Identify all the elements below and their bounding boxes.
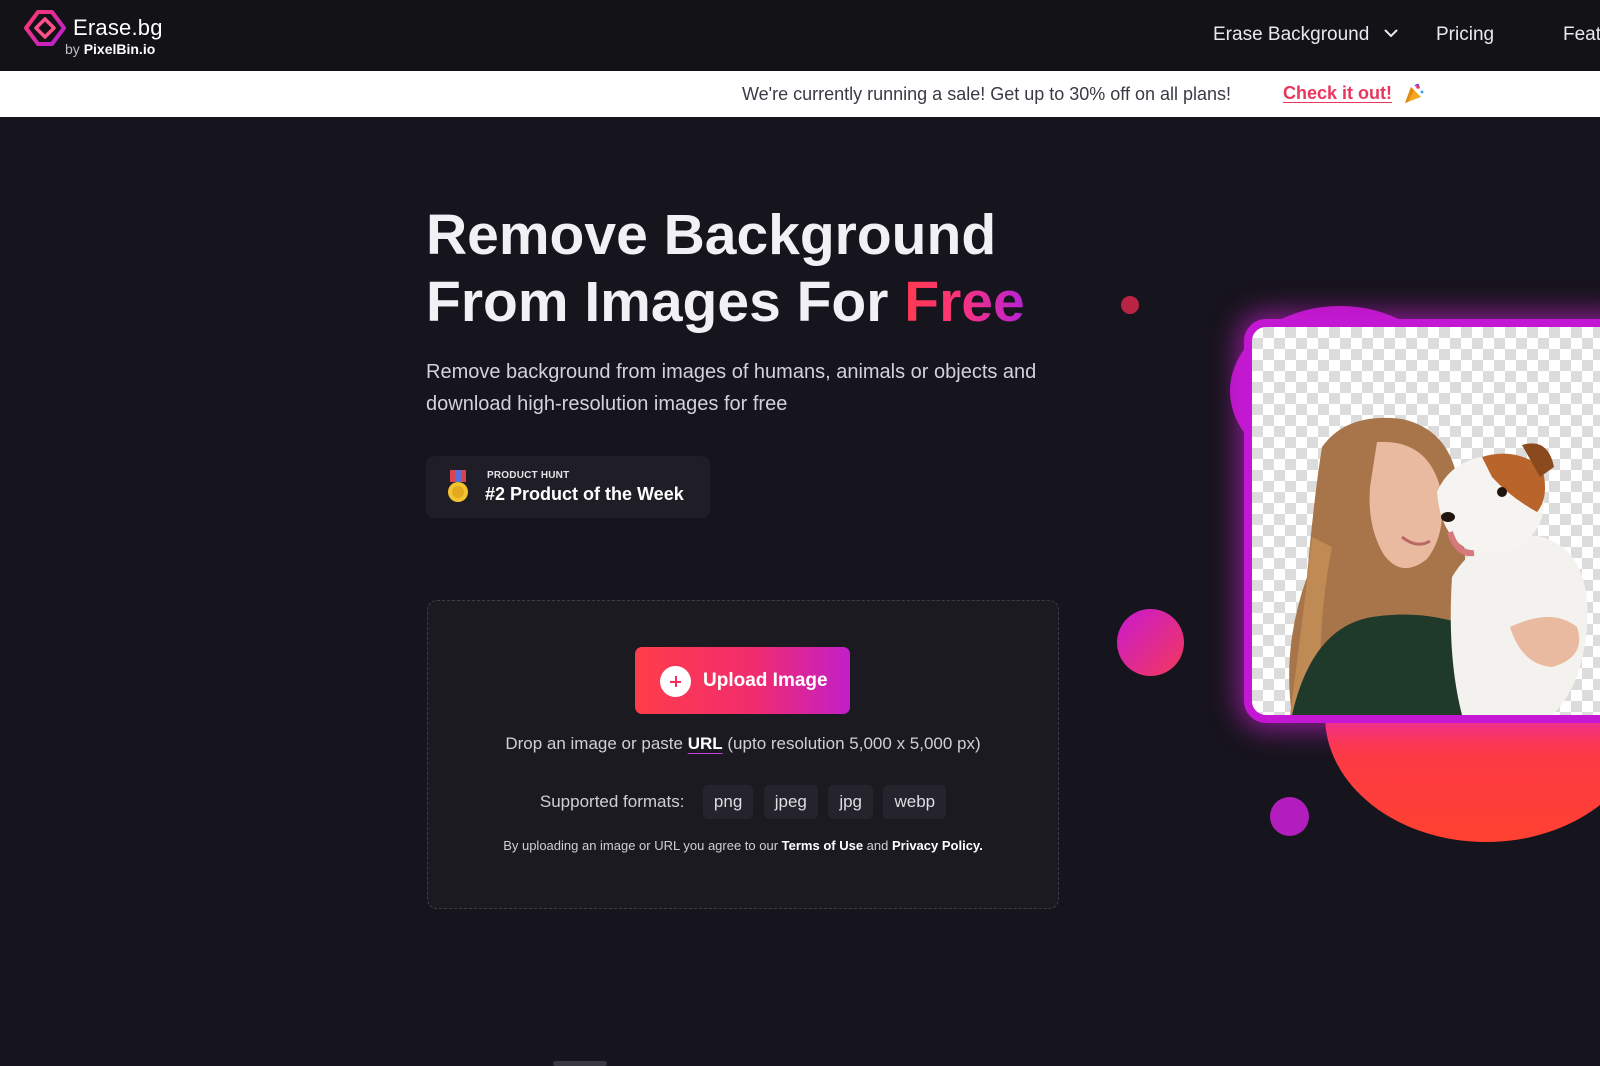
- medal-icon: [448, 470, 468, 502]
- formats-label: Supported formats:: [539, 792, 685, 811]
- drop-prefix: Drop an image or paste: [505, 734, 688, 753]
- top-navigation: Erase.bg by PixelBin.io Erase Background…: [0, 0, 1600, 72]
- privacy-policy-link[interactable]: Privacy Policy.: [892, 838, 983, 853]
- nav-features[interactable]: Feat: [1563, 24, 1600, 46]
- upload-dropzone[interactable]: Upload Image Drop an image or paste URL …: [427, 600, 1059, 909]
- nav-pricing[interactable]: Pricing: [1436, 24, 1494, 46]
- product-hunt-badge[interactable]: PRODUCT HUNT #2 Product of the Week: [426, 456, 710, 518]
- drop-instructions: Drop an image or paste URL (upto resolut…: [428, 734, 1058, 754]
- product-hunt-label: PRODUCT HUNT: [487, 470, 570, 481]
- format-chip: png: [702, 785, 754, 819]
- format-chip: jpg: [828, 785, 874, 819]
- hero-subtitle: Remove background from images of humans,…: [426, 361, 1037, 415]
- format-chip: jpeg: [763, 785, 818, 819]
- hero-title-highlight: Free: [904, 270, 1025, 334]
- terms-of-use-link[interactable]: Terms of Use: [782, 838, 863, 853]
- terms-and: and: [863, 838, 892, 853]
- brand-name: Erase.bg: [73, 15, 163, 40]
- upload-image-button[interactable]: Upload Image: [635, 647, 850, 714]
- check-it-out-link[interactable]: Check it out!: [1283, 83, 1392, 104]
- chevron-down-icon[interactable]: [1384, 29, 1398, 38]
- decorative-dot: [1270, 797, 1309, 836]
- hero-sample-image: [1244, 319, 1600, 723]
- hero-title: Remove Background From Images For Free: [426, 202, 1025, 336]
- hero-title-line1: Remove Background: [426, 203, 997, 267]
- drop-suffix: (upto resolution 5,000 x 5,000 px): [722, 734, 981, 753]
- scrollbar-thumb[interactable]: [553, 1061, 607, 1066]
- erase-bg-logo-icon: [24, 10, 66, 46]
- terms-notice: By uploading an image or URL you agree t…: [428, 838, 1058, 853]
- product-hunt-rank: #2 Product of the Week: [485, 484, 684, 504]
- brand-logo[interactable]: Erase.bg by PixelBin.io: [24, 10, 204, 60]
- brand-sub-name: PixelBin.io: [83, 41, 156, 57]
- decorative-dot: [1121, 296, 1139, 314]
- supported-formats: Supported formats: png jpeg jpg webp: [428, 785, 1058, 819]
- terms-prefix: By uploading an image or URL you agree t…: [503, 838, 782, 853]
- party-popper-icon: [1405, 83, 1424, 103]
- sale-banner-text: We're currently running a sale! Get up t…: [742, 84, 1232, 104]
- upload-image-label: Upload Image: [703, 670, 828, 691]
- format-chip: webp: [883, 785, 947, 819]
- brand-subtitle: by PixelBin.io: [65, 41, 155, 57]
- brand-sub-prefix: by: [65, 41, 80, 57]
- hero-title-line2: From Images For: [426, 270, 905, 334]
- woman-with-dog-illustration: [1289, 417, 1588, 715]
- plus-icon: [660, 666, 691, 697]
- nav-erase-background[interactable]: Erase Background: [1213, 24, 1369, 46]
- paste-url-link[interactable]: URL: [688, 734, 723, 753]
- sale-banner: We're currently running a sale! Get up t…: [0, 71, 1600, 117]
- decorative-circle: [1117, 609, 1184, 676]
